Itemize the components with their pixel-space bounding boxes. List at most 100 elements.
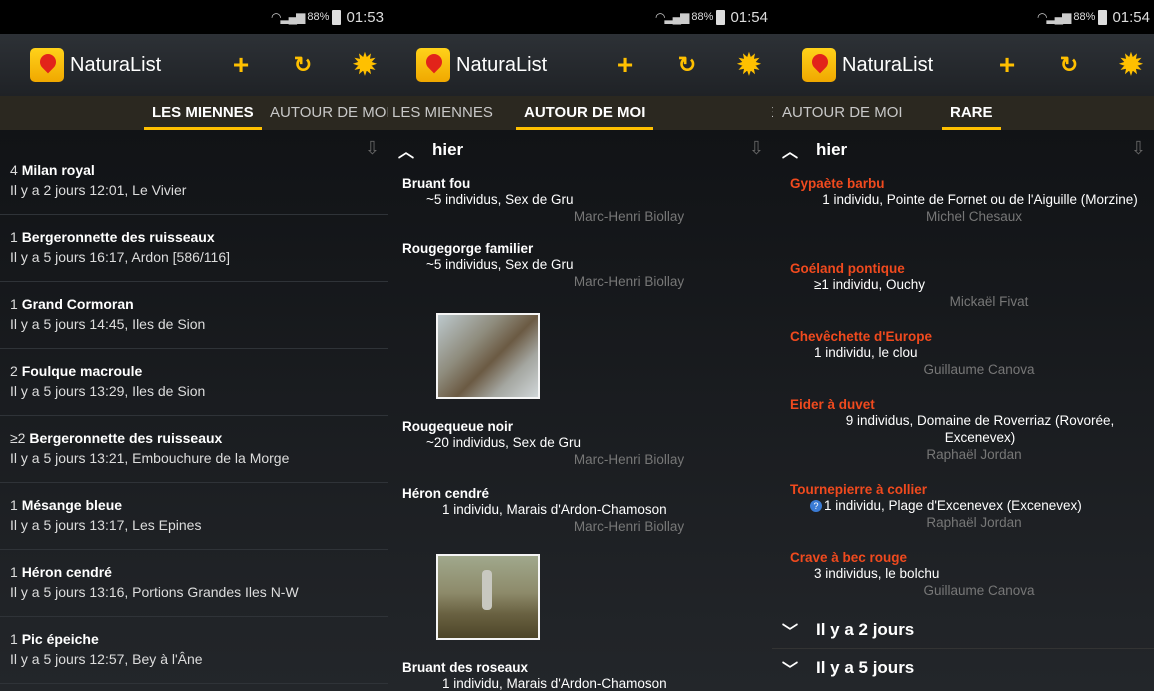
sighting-species: Bruant fou	[402, 176, 471, 191]
obs-info: Il y a 5 jours 14:45, Iles de Sion	[10, 316, 206, 332]
app-logo-icon[interactable]	[802, 48, 836, 82]
rare-sighting[interactable]: Chevêchette d'Europe 1 individu, le clou…	[790, 329, 1148, 378]
settings-icon[interactable]: ✹	[350, 51, 380, 79]
tab-autour-de-moi[interactable]: AUTOUR DE MOI	[270, 96, 388, 130]
obs-species: Bergeronnette des ruisseaux	[29, 430, 223, 446]
sighting-item[interactable]: Rougequeue noir ~20 individus, Sex de Gr…	[402, 419, 766, 468]
bird-photo[interactable]	[436, 554, 540, 640]
tab-bar: LES MIENNES AUTOUR DE MOI	[388, 96, 772, 130]
rare-sighting[interactable]: Tournepierre à collier ? 1 individu, Plag…	[790, 482, 1148, 531]
screen-rare: ◠▂▄▆ 88% 01:54 NaturaList + ↻ ✹ RARE AUT…	[772, 0, 1154, 691]
add-icon[interactable]: +	[610, 51, 640, 79]
tab-les-miennes[interactable]: LES MIENNES	[144, 96, 262, 130]
list-item[interactable]: 1 Héron cendré Il y a 5 jours 13:16, Por…	[0, 550, 388, 617]
group-header-5-jours[interactable]: ﹀ Il y a 5 jours	[772, 650, 1154, 686]
add-icon[interactable]: +	[992, 51, 1022, 79]
rare-observer: Michel Chesaux	[925, 209, 1023, 224]
obs-quantity: 2	[10, 363, 18, 379]
sighting-observer: Marc-Henri Biollay	[573, 209, 685, 224]
group-header-2-jours[interactable]: ﹀ Il y a 2 jours	[772, 612, 1154, 648]
locate-icon[interactable]: ↻	[672, 54, 702, 76]
settings-icon[interactable]: ✹	[734, 51, 764, 79]
action-bar: NaturaList + ↻ ✹	[388, 34, 772, 96]
sighting-item[interactable]: Héron cendré 1 individu, Marais d'Ardon-…	[402, 486, 766, 535]
list-item[interactable]: 1 Mésange bleue Il y a 5 jours 13:17, Le…	[0, 483, 388, 550]
sighting-species: Bruant des roseaux	[402, 660, 529, 675]
bird-photo[interactable]	[436, 313, 540, 399]
rare-list[interactable]: ︿ hier ⇩ Gypaète barbu 1 individu, Point…	[772, 130, 1154, 691]
obs-species: Grand Cormoran	[21, 296, 134, 312]
sighting-item[interactable]: Bruant fou ~5 individus, Sex de Gru Marc…	[402, 176, 766, 225]
sighting-detail: ~5 individus, Sex de Gru	[426, 192, 574, 207]
obs-quantity: 4	[10, 162, 18, 178]
group-title: Il y a 2 jours	[816, 620, 915, 639]
rare-sighting[interactable]: Eider à duvet 9 individus, Domaine de Ro…	[790, 397, 1148, 463]
observation-list[interactable]: ⇩ 4 Milan royal Il y a 2 jours 12:01, Le…	[0, 130, 388, 691]
chevron-down-icon: ﹀	[782, 662, 799, 679]
battery-percent: 88%	[1073, 11, 1096, 23]
signal-icon: ◠▂▄▆	[1036, 10, 1071, 24]
scroll-icon: ⇩	[1130, 138, 1146, 158]
settings-icon[interactable]: ✹	[1116, 51, 1146, 79]
locate-icon[interactable]: ↻	[1054, 54, 1084, 76]
list-item[interactable]: 1 Pic épeiche Il y a 5 jours 12:57, Bey …	[0, 617, 388, 684]
rare-sighting[interactable]: Goéland pontique ≥1 individu, Ouchy Mick…	[790, 261, 1148, 310]
obs-quantity: 1	[10, 497, 18, 513]
rare-detail: ≥1 individu, Ouchy	[814, 277, 925, 292]
app-logo-icon[interactable]	[30, 48, 64, 82]
obs-quantity: 1	[10, 631, 18, 647]
obs-quantity: 1	[10, 229, 18, 245]
rare-observer: Raphaël Jordan	[926, 515, 1022, 530]
app-logo-icon[interactable]	[416, 48, 450, 82]
chevron-up-icon: ︿	[782, 144, 799, 161]
sighting-observer: Marc-Henri Biollay	[573, 519, 685, 534]
tab-autour-de-moi[interactable]: AUTOUR DE MOI	[782, 96, 903, 130]
add-icon[interactable]: +	[226, 51, 256, 79]
list-item[interactable]: 1 Bergeronnette des ruisseaux Il y a 5 j…	[0, 215, 388, 282]
tab-bar: RARE AUTOUR DE MOI RARE	[772, 96, 1154, 130]
list-item[interactable]: 2 Foulque macroule Il y a 5 jours 13:29,…	[0, 349, 388, 416]
list-item[interactable]: 1 Grand Cormoran Il y a 5 jours 14:45, I…	[0, 282, 388, 349]
rare-observer: Mickaël Fivat	[949, 294, 1029, 309]
group-header-hier[interactable]: ︿ hier	[772, 132, 1154, 168]
tab-les-miennes[interactable]: LES MIENNES	[392, 96, 493, 130]
group-title: hier	[816, 140, 848, 159]
clock: 01:54	[1112, 8, 1150, 26]
group-header-hier[interactable]: ︿ hier	[388, 132, 772, 168]
obs-species: Bergeronnette des ruisseaux	[21, 229, 215, 245]
list-item[interactable]: 4 Milan royal Il y a 2 jours 12:01, Le V…	[0, 148, 388, 215]
rare-observer: Raphaël Jordan	[926, 447, 1022, 462]
tab-rare[interactable]: RARE	[942, 96, 1000, 130]
sighting-species: Rougegorge familier	[402, 241, 534, 256]
action-bar: NaturaList + ↻ ✹	[772, 34, 1154, 96]
obs-species: Milan royal	[21, 162, 95, 178]
rare-sighting[interactable]: Crave à bec rouge 3 individus, le bolchu…	[790, 550, 1148, 599]
rare-detail: 3 individus, le bolchu	[814, 566, 940, 581]
status-bar: ◠▂▄▆ 88% 01:54	[772, 0, 1154, 34]
rare-observer: Guillaume Canova	[923, 362, 1035, 377]
scroll-icon: ⇩	[748, 138, 764, 158]
battery-icon	[716, 9, 726, 25]
rare-sighting[interactable]: Gypaète barbu 1 individu, Pointe de Forn…	[790, 176, 1148, 225]
obs-quantity: ≥2	[10, 430, 26, 446]
tab-autour-de-moi[interactable]: AUTOUR DE MOI	[515, 96, 654, 130]
app-title: NaturaList	[70, 53, 162, 76]
locate-icon[interactable]: ↻	[288, 54, 318, 76]
sighting-item[interactable]: Bruant des roseaux 1 individu, Marais d'…	[402, 660, 766, 691]
question-icon[interactable]: ?	[810, 500, 822, 512]
nearby-list[interactable]: ︿ hier ⇩ Bruant fou ~5 individus, Sex de…	[388, 130, 772, 691]
list-item[interactable]: ≥2 Bergeronnette des ruisseaux Il y a 5 …	[0, 416, 388, 483]
status-bar: ◠▂▄▆ 88% 01:53	[0, 0, 388, 34]
sighting-species: Rougequeue noir	[402, 419, 513, 434]
tab-rare-left[interactable]: RARE	[772, 96, 774, 130]
app-title: NaturaList	[842, 53, 934, 76]
group-title: Il y a 5 jours	[816, 658, 915, 677]
rare-species: Chevêchette d'Europe	[790, 329, 932, 344]
sighting-item[interactable]: Rougegorge familier ~5 individus, Sex de…	[402, 241, 766, 290]
sighting-detail: 1 individu, Marais d'Ardon-Chamoson	[442, 502, 667, 517]
obs-info: Il y a 5 jours 13:16, Portions Grandes I…	[10, 584, 299, 600]
sighting-detail: ~20 individus, Sex de Gru	[426, 435, 581, 450]
rare-species: Crave à bec rouge	[790, 550, 908, 565]
signal-icon: ◠▂▄▆	[654, 10, 689, 24]
action-bar: NaturaList + ↻ ✹	[0, 34, 388, 96]
